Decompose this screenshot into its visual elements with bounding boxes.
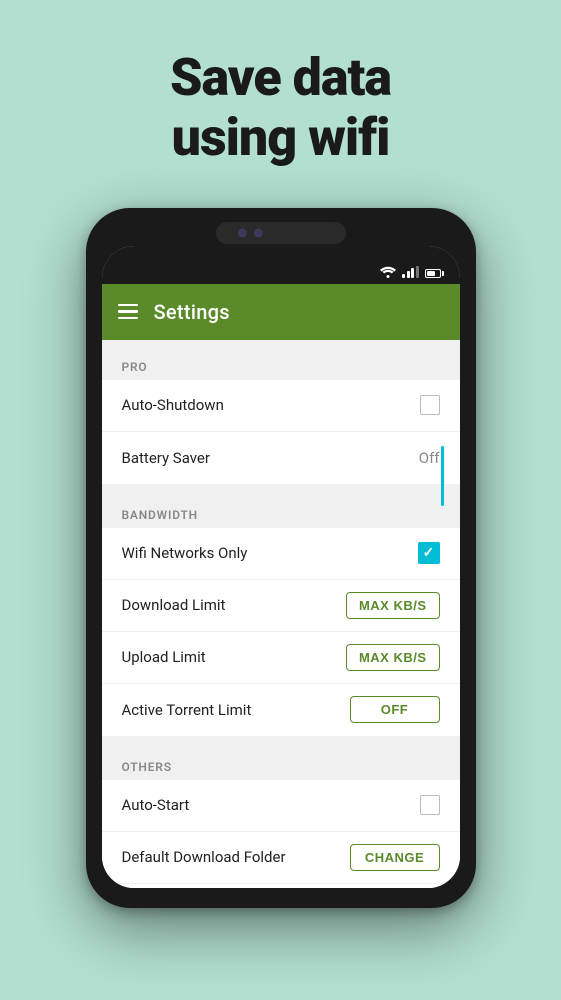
active-torrent-limit-button[interactable]: OFF (350, 696, 440, 723)
phone-screen: Settings PRO Auto-Shutdown Battery Saver… (102, 246, 460, 888)
wifi-networks-only-checkbox[interactable] (418, 542, 440, 564)
setting-row-default-download-folder[interactable]: Default Download Folder CHANGE (102, 832, 460, 884)
settings-group-others: Auto-Start Default Download Folder CHANG… (102, 780, 460, 888)
auto-shutdown-label: Auto-Shutdown (122, 396, 224, 414)
default-download-folder-label: Default Download Folder (122, 848, 286, 866)
active-torrent-limit-label: Active Torrent Limit (122, 701, 252, 719)
section-header-pro: PRO (102, 344, 460, 380)
upload-limit-button[interactable]: MAX KB/S (346, 644, 440, 671)
camera-dot-left (238, 228, 247, 237)
settings-group-pro: Auto-Shutdown Battery Saver Off (102, 380, 460, 484)
phone-shell: Settings PRO Auto-Shutdown Battery Saver… (86, 208, 476, 908)
setting-row-active-torrent-limit[interactable]: Active Torrent Limit OFF (102, 684, 460, 736)
hero-title-line2: using wifi (170, 108, 391, 168)
default-download-folder-button[interactable]: CHANGE (350, 844, 440, 871)
app-bar-title: Settings (154, 300, 230, 324)
app-bar: Settings (102, 284, 460, 340)
settings-content: PRO Auto-Shutdown Battery Saver Off BAND… (102, 340, 460, 888)
setting-row-wifi-networks-only[interactable]: Wifi Networks Only (102, 528, 460, 580)
battery-saver-label: Battery Saver (122, 449, 210, 467)
signal-icon (402, 266, 419, 278)
upload-limit-label: Upload Limit (122, 648, 206, 666)
setting-row-download-limit[interactable]: Download Limit MAX KB/S (102, 580, 460, 632)
camera-bar (216, 222, 346, 244)
scroll-indicator (441, 446, 444, 506)
wifi-icon (380, 266, 396, 278)
setting-row-auto-shutdown[interactable]: Auto-Shutdown (102, 380, 460, 432)
section-header-bandwidth: BANDWIDTH (102, 492, 460, 528)
auto-start-label: Auto-Start (122, 796, 190, 814)
download-limit-button[interactable]: MAX KB/S (346, 592, 440, 619)
battery-saver-value: Off (419, 449, 440, 467)
phone-mockup: Settings PRO Auto-Shutdown Battery Saver… (86, 208, 476, 908)
status-bar (102, 246, 460, 284)
setting-row-auto-start[interactable]: Auto-Start (102, 780, 460, 832)
auto-shutdown-checkbox[interactable] (420, 395, 440, 415)
setting-row-incoming-port[interactable]: Incoming Port 0 (102, 884, 460, 888)
battery-icon (425, 269, 444, 278)
setting-row-battery-saver[interactable]: Battery Saver Off (102, 432, 460, 484)
wifi-networks-only-label: Wifi Networks Only (122, 544, 248, 562)
download-limit-label: Download Limit (122, 596, 226, 614)
hamburger-menu-icon[interactable] (118, 304, 138, 320)
camera-dot-right (254, 228, 263, 237)
settings-group-bandwidth: Wifi Networks Only Download Limit MAX KB… (102, 528, 460, 736)
setting-row-upload-limit[interactable]: Upload Limit MAX KB/S (102, 632, 460, 684)
hero-section: Save data using wifi (170, 48, 391, 168)
hero-title-line1: Save data (170, 48, 391, 108)
section-header-others: OTHERS (102, 744, 460, 780)
auto-start-checkbox[interactable] (420, 795, 440, 815)
